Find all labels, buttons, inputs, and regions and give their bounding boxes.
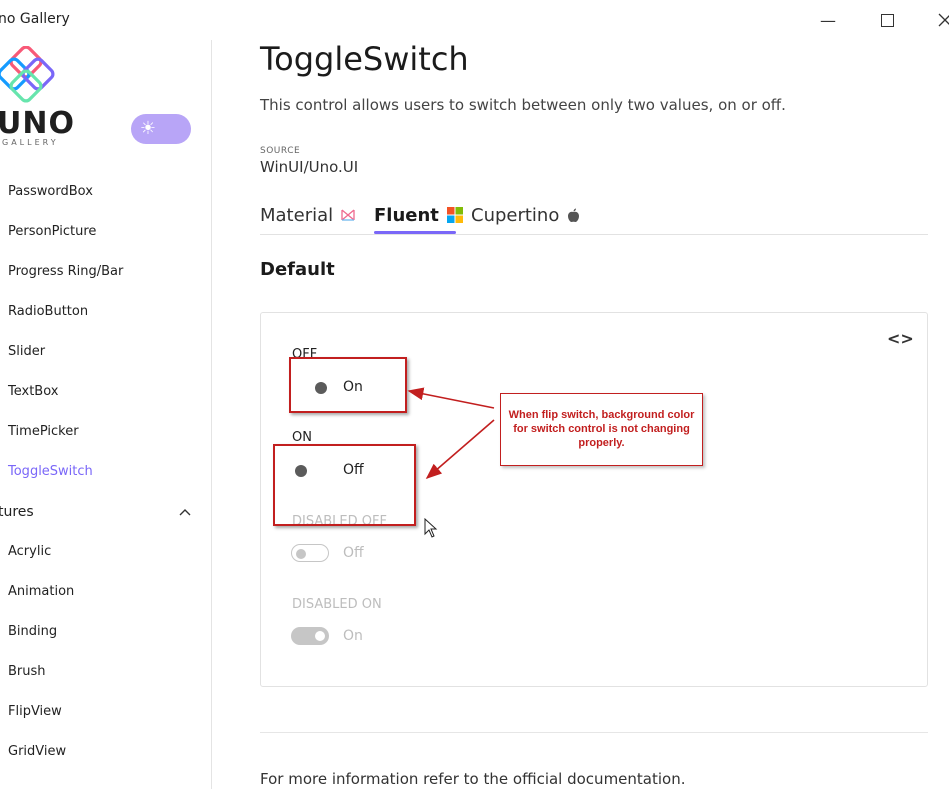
minimize-button[interactable]: — — [813, 8, 843, 32]
sidebar-item-binding[interactable]: Binding — [8, 624, 57, 639]
sidebar-item-toggleswitch[interactable]: ToggleSwitch — [8, 464, 93, 479]
tab-fluent-label: Fluent — [374, 204, 439, 226]
windows-icon — [446, 207, 463, 223]
theme-toggle[interactable]: ☀ — [131, 114, 191, 144]
maximize-icon — [880, 13, 894, 27]
sidebar-item-personpicture[interactable]: PersonPicture — [8, 224, 96, 239]
sidebar-item-acrylic[interactable]: Acrylic — [8, 544, 51, 559]
source-label: SOURCE — [260, 146, 301, 156]
sidebar-item-gridview[interactable]: GridView — [8, 744, 66, 759]
logo-subtext: GALLERY — [2, 138, 59, 147]
footer-text: For more information refer to the offici… — [260, 770, 686, 788]
design-tabs: Material Fluent Cupertino — [260, 202, 928, 235]
toggle-on-header: ON — [292, 430, 312, 445]
sidebar-item-passwordbox[interactable]: PasswordBox — [8, 184, 93, 199]
switch-knob — [315, 631, 325, 641]
tab-cupertino[interactable]: Cupertino — [471, 202, 580, 228]
sidebar-item-slider[interactable]: Slider — [8, 344, 45, 359]
tab-material-label: Material — [260, 204, 334, 226]
switch-knob — [296, 549, 306, 559]
page-title: ToggleSwitch — [260, 40, 469, 78]
code-toggle-button[interactable]: <> — [887, 329, 914, 348]
sidebar: UNO GALLERY ☀ PasswordBox PersonPicture … — [0, 40, 212, 789]
sidebar-item-timepicker[interactable]: TimePicker — [8, 424, 79, 439]
sidebar-item-textbox[interactable]: TextBox — [8, 384, 58, 399]
toggle-disabled-on-content: On — [343, 628, 363, 644]
sidebar-item-animation[interactable]: Animation — [8, 584, 74, 599]
mouse-cursor-icon — [424, 518, 438, 538]
section-title: Default — [260, 259, 335, 280]
toggle-disabled-on-switch — [291, 627, 329, 645]
sidebar-item-brush[interactable]: Brush — [8, 664, 46, 679]
uno-logo-icon — [0, 46, 55, 103]
annotation-box-off — [289, 357, 407, 413]
title-bar: no Gallery — — [0, 0, 949, 40]
divider — [260, 732, 928, 733]
toggle-disabled-on-header: DISABLED ON — [292, 597, 382, 612]
logo-text: UNO — [0, 106, 75, 141]
tab-cupertino-label: Cupertino — [471, 204, 560, 226]
active-tab-indicator — [374, 231, 456, 234]
page-description: This control allows users to switch betw… — [260, 96, 786, 114]
apple-icon — [568, 208, 580, 222]
sun-icon: ☀ — [139, 118, 157, 139]
chevron-up-icon[interactable] — [178, 506, 192, 520]
maximize-button[interactable] — [872, 8, 902, 32]
tab-fluent[interactable]: Fluent — [374, 202, 463, 228]
source-value: WinUI/Uno.UI — [260, 158, 359, 176]
toggle-disabled-off-switch — [291, 544, 329, 562]
annotation-callout: When flip switch, background color for s… — [500, 393, 703, 466]
annotation-box-on — [273, 444, 416, 526]
sidebar-item-radiobutton[interactable]: RadioButton — [8, 304, 88, 319]
tab-material[interactable]: Material — [260, 202, 355, 228]
material-icon — [341, 209, 355, 221]
window-title: no Gallery — [0, 11, 70, 27]
minimize-icon: — — [820, 10, 836, 30]
sidebar-group-features[interactable]: tures — [0, 504, 34, 520]
toggle-disabled-off-content: Off — [343, 545, 364, 561]
documentation-link[interactable]: official documentation. — [513, 770, 686, 788]
close-icon — [938, 13, 949, 27]
sidebar-item-progress[interactable]: Progress Ring/Bar — [8, 264, 123, 279]
sidebar-item-flipview[interactable]: FlipView — [8, 704, 62, 719]
footer-prefix: For more information refer to the — [260, 770, 513, 788]
close-button[interactable] — [930, 8, 949, 32]
